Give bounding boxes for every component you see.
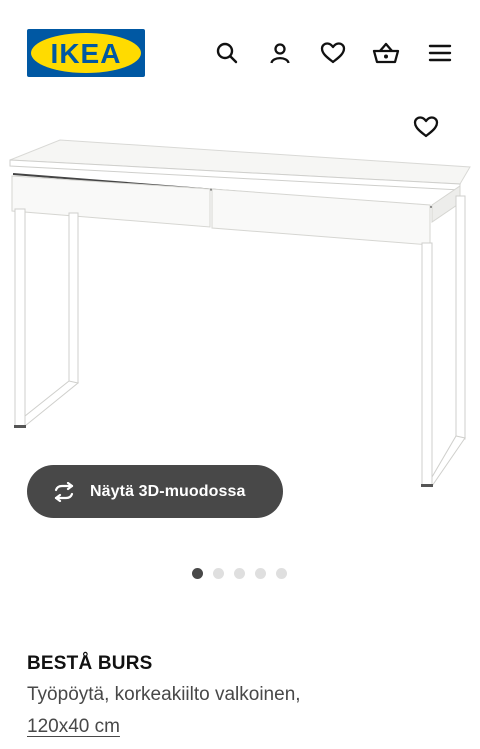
favourites-button[interactable]: [318, 38, 348, 68]
product-size-link[interactable]: 120x40 cm: [27, 712, 467, 742]
rotate-3d-icon: [54, 481, 74, 502]
search-icon: [216, 42, 238, 64]
product-info: BESTÅ BURS Työpöytä, korkeakiilto valkoi…: [27, 652, 467, 742]
account-icon: [270, 43, 290, 64]
image-carousel-dots: [192, 568, 287, 580]
heart-icon: [413, 116, 439, 138]
add-to-favourites-button[interactable]: [410, 111, 442, 143]
carousel-dot[interactable]: [213, 568, 224, 579]
view-3d-label: Näytä 3D-muodossa: [90, 482, 246, 500]
basket-button[interactable]: [371, 38, 401, 68]
product-name[interactable]: BESTÅ BURS: [27, 652, 467, 676]
site-header: IKEA: [0, 0, 480, 100]
carousel-dot[interactable]: [192, 568, 203, 579]
search-button[interactable]: [212, 38, 242, 68]
carousel-dot[interactable]: [234, 568, 245, 579]
product-description: Työpöytä, korkeakiilto valkoinen,: [27, 684, 301, 705]
view-3d-button[interactable]: Näytä 3D-muodossa: [27, 465, 283, 518]
menu-button[interactable]: [425, 38, 455, 68]
menu-icon: [428, 44, 452, 62]
account-button[interactable]: [265, 38, 295, 68]
ikea-logo[interactable]: IKEA: [27, 29, 145, 77]
basket-icon: [372, 42, 400, 64]
logo-text: IKEA: [51, 38, 122, 69]
carousel-dot[interactable]: [276, 568, 287, 579]
heart-icon: [320, 42, 346, 64]
carousel-dot[interactable]: [255, 568, 266, 579]
